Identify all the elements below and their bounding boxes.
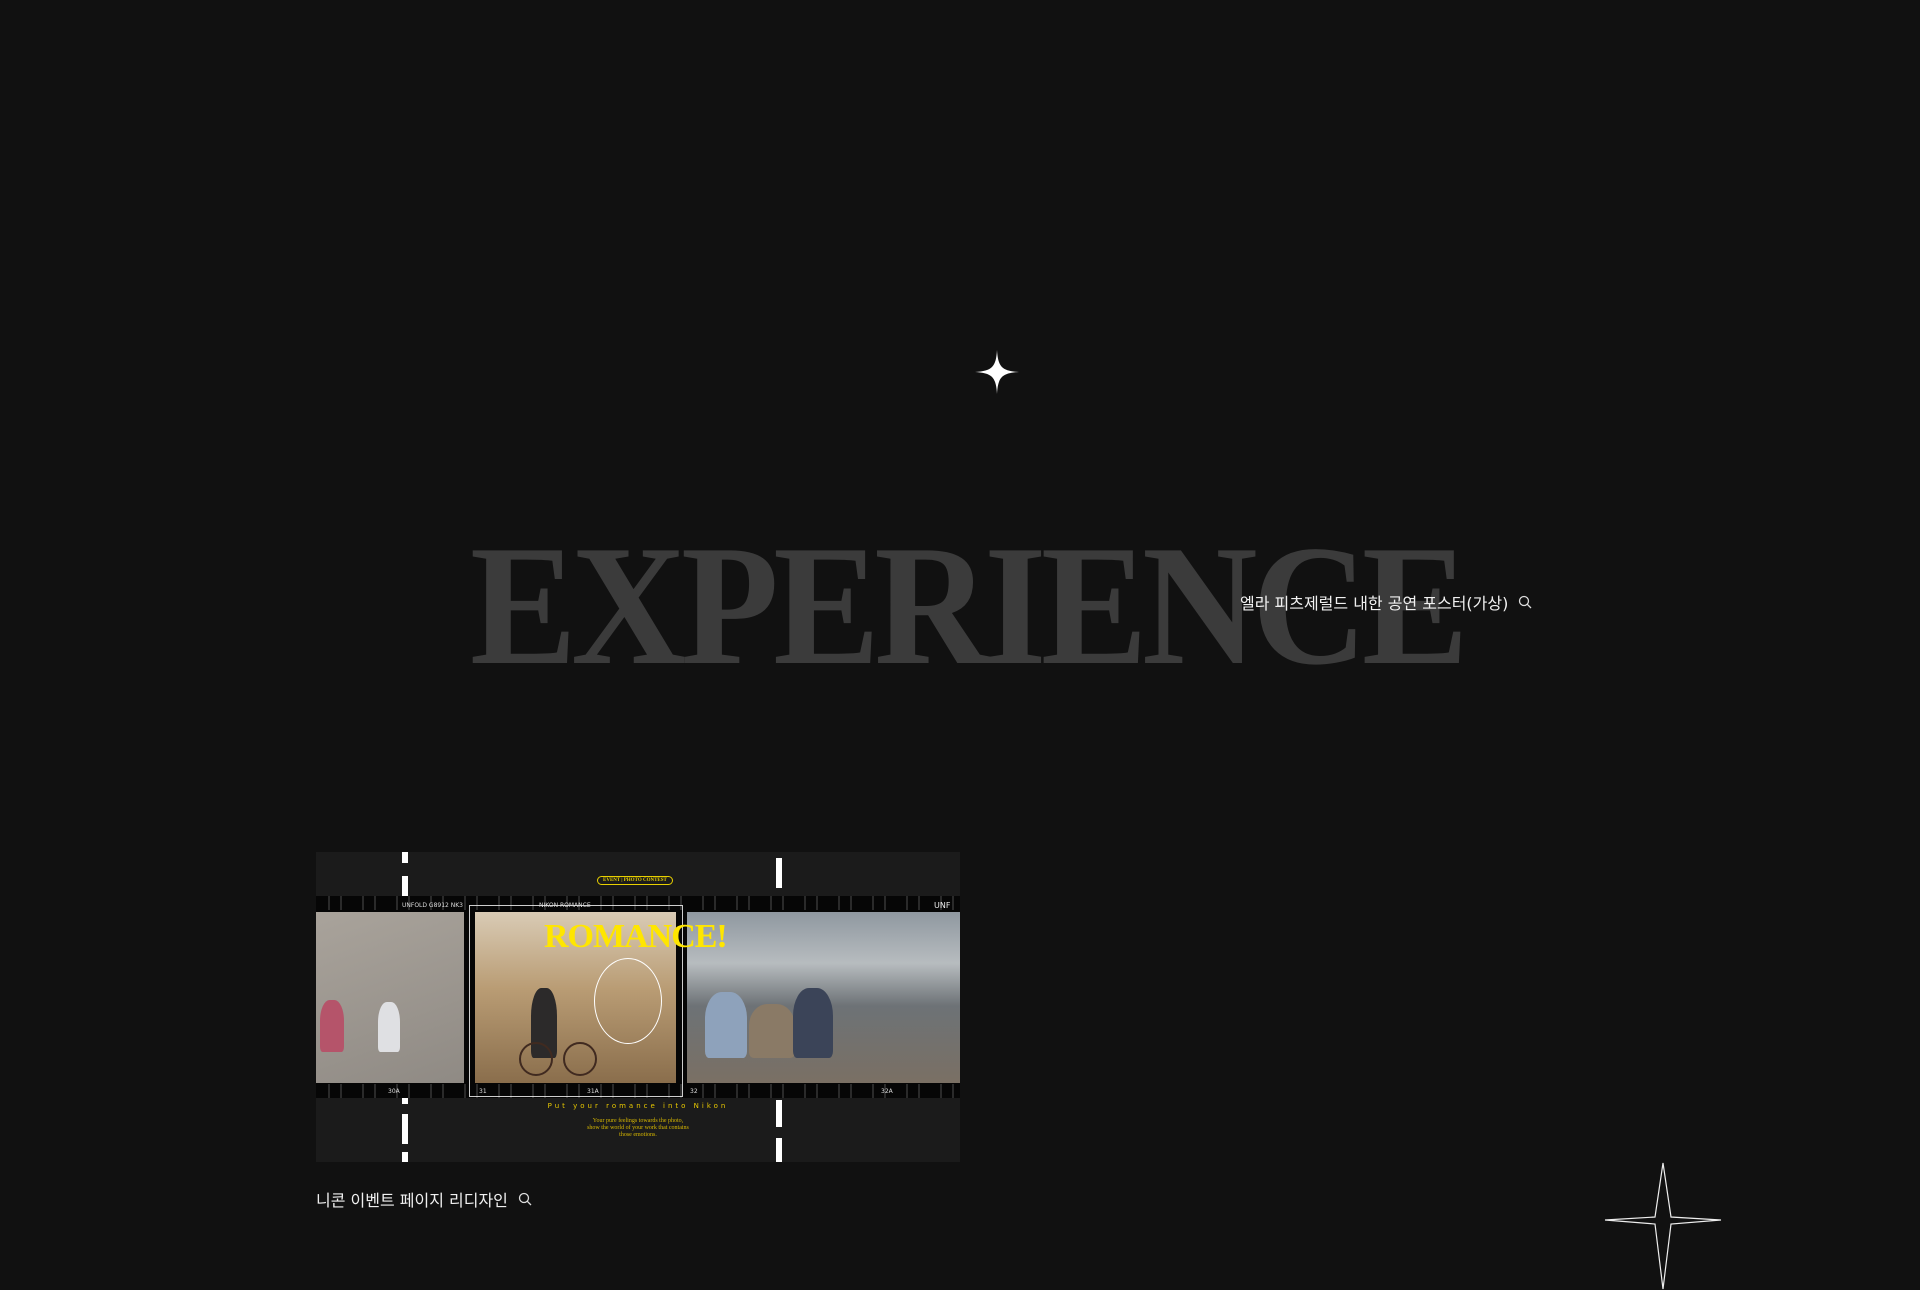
film-dash (402, 876, 408, 896)
photo-people-by-sea (687, 912, 960, 1083)
romance-headline: ROMANCE! (544, 918, 728, 955)
tagline: Put your romance into Nikon (547, 1102, 729, 1110)
frame-label: UNF (934, 901, 951, 910)
outline-star-icon (1604, 1162, 1722, 1290)
film-dash (402, 1114, 408, 1144)
search-icon (518, 1192, 532, 1206)
search-icon (1519, 595, 1532, 609)
project-label: 엘라 피츠제럴드 내한 공연 포스터(가상) (1240, 594, 1509, 613)
film-dash (402, 1152, 408, 1162)
photo-girls-on-road (316, 912, 464, 1083)
description-line: show the world of your work that contain… (587, 1125, 689, 1131)
project-link-nikon-redesign[interactable]: 니콘 이벤트 페이지 리디자인 (316, 1187, 532, 1211)
frame-label: NIKON ROMANCE (539, 902, 591, 909)
description-line: those emotions. (619, 1132, 657, 1138)
focus-reticle (594, 958, 662, 1044)
frame-label: UNFOLD G8912 NK3 (402, 902, 463, 909)
film-dash (776, 858, 782, 888)
nikon-project-thumbnail[interactable]: UNFOLD G8912 NK3 NIKON ROMANCE UNF 30A 3… (316, 852, 960, 1162)
project-label: 니콘 이벤트 페이지 리디자인 (316, 1191, 508, 1210)
film-dash (776, 1138, 782, 1162)
project-link-ella-poster[interactable]: 엘라 피츠제럴드 내한 공연 포스터(가상) (1240, 590, 1532, 614)
frame-number: 30A (388, 1088, 400, 1095)
film-dash (402, 852, 408, 863)
frame-number: 31A (587, 1088, 599, 1095)
film-dash (402, 1098, 408, 1104)
frame-number: 31 (479, 1088, 487, 1095)
frame-number: 32 (690, 1088, 698, 1095)
film-dash (776, 1100, 782, 1127)
sparkle-star-icon (975, 350, 1019, 394)
frame-number: 32A (881, 1088, 893, 1095)
description-line: Your pure feelings towards the photo, (592, 1118, 684, 1124)
event-badge: EVENT | PHOTO CONTEST (597, 876, 673, 885)
description: Your pure feelings towards the photo, sh… (316, 1118, 960, 1139)
